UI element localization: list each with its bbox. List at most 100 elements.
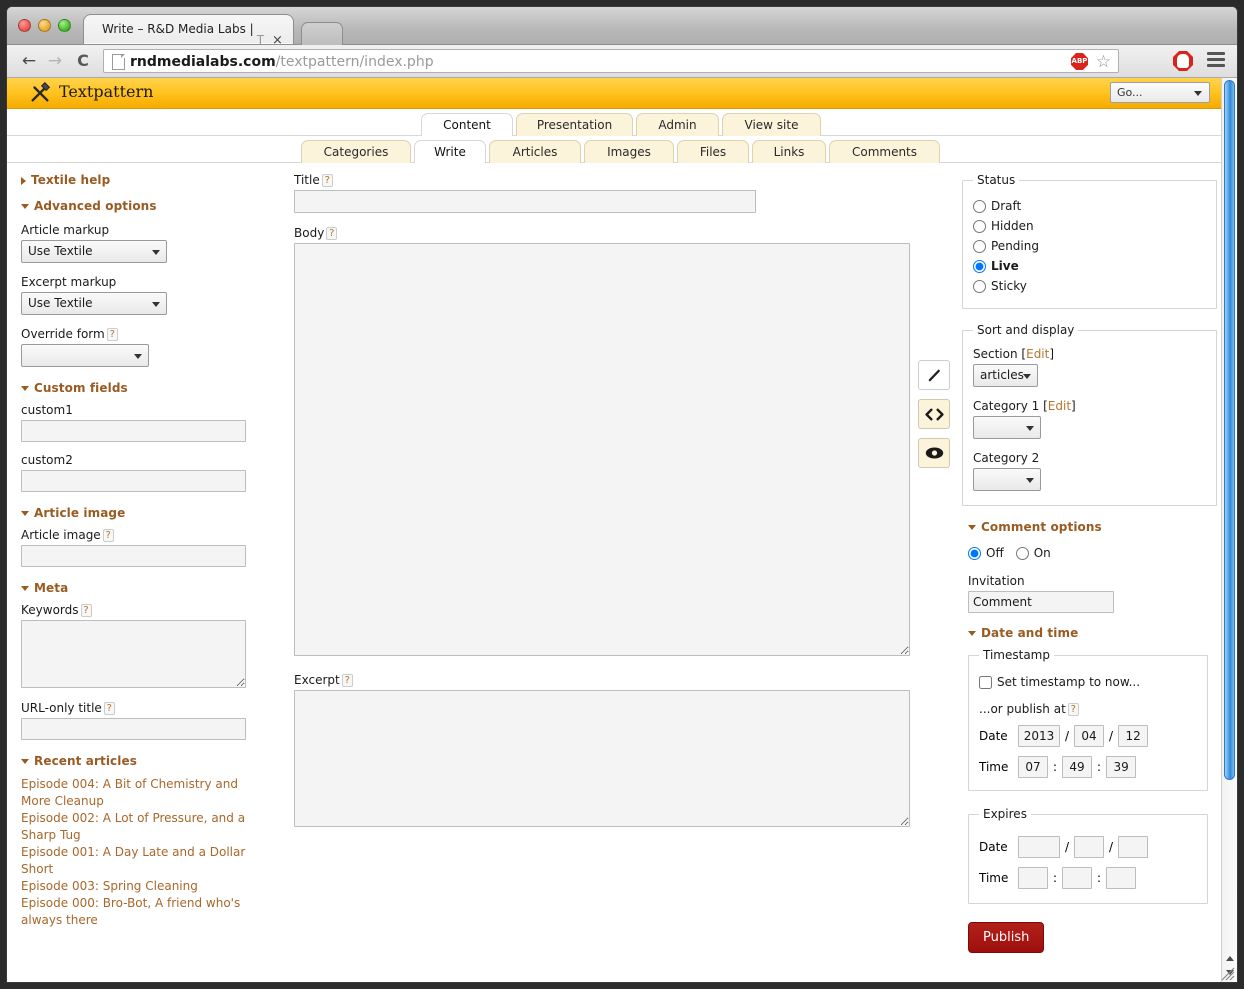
comment-options-toggle[interactable]: Comment options (968, 520, 1217, 534)
status-option-live[interactable]: Live (973, 257, 1206, 276)
expires-year-input[interactable] (1018, 836, 1060, 858)
custom1-input[interactable] (21, 420, 246, 442)
browser-tab-active[interactable]: Write – R&D Media Labs |T × (83, 14, 294, 48)
status-radio-pending[interactable] (973, 240, 986, 253)
expires-second-input[interactable] (1106, 867, 1137, 889)
nav-tab-comments[interactable]: Comments (829, 140, 940, 163)
page-scrollbar-thumb[interactable] (1224, 80, 1235, 780)
help-icon[interactable]: ? (321, 174, 333, 187)
nav-tab-images[interactable]: Images (584, 140, 674, 163)
override-form-select[interactable] (21, 344, 149, 367)
meta-toggle[interactable]: Meta (21, 581, 271, 595)
nav-tab-admin[interactable]: Admin (636, 113, 719, 136)
recent-article-link[interactable]: Episode 002: A Lot of Pressure, and a Sh… (21, 810, 271, 844)
recent-articles-toggle[interactable]: Recent articles (21, 754, 271, 768)
timestamp-day-input[interactable] (1118, 725, 1149, 747)
help-icon[interactable]: ? (106, 328, 118, 341)
window-minimize-button[interactable] (38, 19, 51, 32)
expires-day-input[interactable] (1118, 836, 1149, 858)
new-tab-button[interactable] (301, 22, 344, 45)
go-dropdown[interactable]: Go... (1110, 82, 1210, 103)
section-select[interactable]: articles (973, 364, 1038, 387)
forward-arrow-icon[interactable]: → (43, 49, 67, 73)
comment-off-radio[interactable] (968, 547, 981, 560)
help-icon[interactable]: ? (1067, 703, 1079, 716)
reload-icon[interactable]: C (71, 49, 95, 73)
article-image-toggle[interactable]: Article image (21, 506, 271, 520)
status-radio-live[interactable] (973, 260, 986, 273)
custom2-input[interactable] (21, 470, 246, 492)
timestamp-month-input[interactable] (1074, 725, 1105, 747)
date-time-toggle[interactable]: Date and time (968, 626, 1217, 640)
article-body-textarea[interactable] (294, 243, 910, 656)
timestamp-hour-input[interactable] (1018, 756, 1048, 778)
help-icon[interactable]: ? (326, 227, 338, 240)
expires-minute-input[interactable] (1062, 867, 1093, 889)
preview-eye-icon[interactable] (918, 438, 950, 468)
window-resize-grip[interactable] (1221, 967, 1235, 981)
nav-tab-files[interactable]: Files (677, 140, 749, 163)
invitation-input[interactable] (968, 591, 1114, 613)
edit-pencil-icon[interactable] (918, 360, 950, 390)
url-title-input[interactable] (21, 718, 246, 740)
back-arrow-icon[interactable]: ← (17, 49, 41, 73)
timestamp-second-input[interactable] (1106, 756, 1137, 778)
publish-button[interactable]: Publish (968, 922, 1045, 953)
scroll-up-arrow-icon[interactable] (1224, 953, 1235, 964)
expires-month-input[interactable] (1074, 836, 1105, 858)
nav-tab-write[interactable]: Write (414, 140, 486, 163)
section-edit-link[interactable]: Edit (1026, 347, 1049, 361)
category2-select[interactable] (973, 468, 1041, 491)
recent-article-link[interactable]: Episode 000: Bro-Bot, A friend who's alw… (21, 895, 271, 929)
status-radio-hidden[interactable] (973, 220, 986, 233)
help-icon[interactable]: ? (80, 604, 92, 617)
status-option-draft[interactable]: Draft (973, 197, 1206, 216)
nav-tab-articles[interactable]: Articles (489, 140, 581, 163)
code-brackets-icon[interactable] (918, 399, 950, 429)
nav-tab-links[interactable]: Links (752, 140, 826, 163)
help-icon[interactable]: ? (103, 702, 115, 715)
article-excerpt-textarea[interactable] (294, 690, 910, 827)
chevron-down-icon (152, 302, 160, 307)
comment-on-radio[interactable] (1015, 547, 1029, 560)
article-title-input[interactable] (294, 190, 756, 213)
help-icon[interactable]: ? (102, 529, 114, 542)
nav-tab-content[interactable]: Content (421, 113, 513, 136)
set-timestamp-now-checkbox[interactable] (979, 676, 992, 689)
window-maximize-button[interactable] (58, 19, 71, 32)
status-radio-sticky[interactable] (973, 280, 986, 293)
status-option-hidden[interactable]: Hidden (973, 217, 1206, 236)
comment-on-option[interactable]: On (1015, 544, 1051, 563)
article-markup-select[interactable]: Use Textile (21, 240, 167, 263)
hamburger-menu-icon[interactable] (1207, 52, 1225, 70)
timestamp-minute-input[interactable] (1062, 756, 1093, 778)
bookmark-star-icon[interactable]: ☆ (1094, 53, 1113, 72)
advanced-options-toggle[interactable]: Advanced options (21, 199, 271, 213)
status-radio-draft[interactable] (973, 200, 986, 213)
help-icon[interactable]: ? (341, 674, 353, 687)
recent-article-link[interactable]: Episode 004: A Bit of Chemistry and More… (21, 776, 271, 810)
textile-help-toggle[interactable]: Textile help (21, 173, 271, 187)
nav-tab-view-site[interactable]: View site (722, 113, 821, 136)
timestamp-year-input[interactable] (1018, 725, 1060, 747)
recent-article-link[interactable]: Episode 003: Spring Cleaning (21, 878, 271, 895)
nav-tab-categories[interactable]: Categories (301, 140, 411, 163)
recent-article-link[interactable]: Episode 001: A Day Late and a Dollar Sho… (21, 844, 271, 878)
adblock-plus-icon[interactable]: ABP (1071, 53, 1090, 72)
status-option-pending[interactable]: Pending (973, 237, 1206, 256)
set-timestamp-now-option[interactable]: Set timestamp to now... (979, 673, 1197, 692)
excerpt-markup-select[interactable]: Use Textile (21, 292, 167, 315)
address-bar[interactable]: rndmedialabs.com/textpattern/index.php A… (103, 49, 1119, 73)
custom-fields-toggle[interactable]: Custom fields (21, 381, 271, 395)
status-option-sticky[interactable]: Sticky (973, 277, 1206, 296)
article-image-input[interactable] (21, 545, 246, 567)
page-scrollbar[interactable] (1221, 78, 1237, 982)
expires-hour-input[interactable] (1018, 867, 1048, 889)
keywords-textarea[interactable] (21, 620, 246, 688)
nav-tab-presentation[interactable]: Presentation (516, 113, 633, 136)
stop-hand-extension-icon[interactable] (1173, 51, 1193, 71)
comment-off-option[interactable]: Off (968, 544, 1004, 563)
category1-edit-link[interactable]: Edit (1048, 399, 1071, 413)
category1-select[interactable] (973, 416, 1041, 439)
window-close-button[interactable] (18, 19, 31, 32)
